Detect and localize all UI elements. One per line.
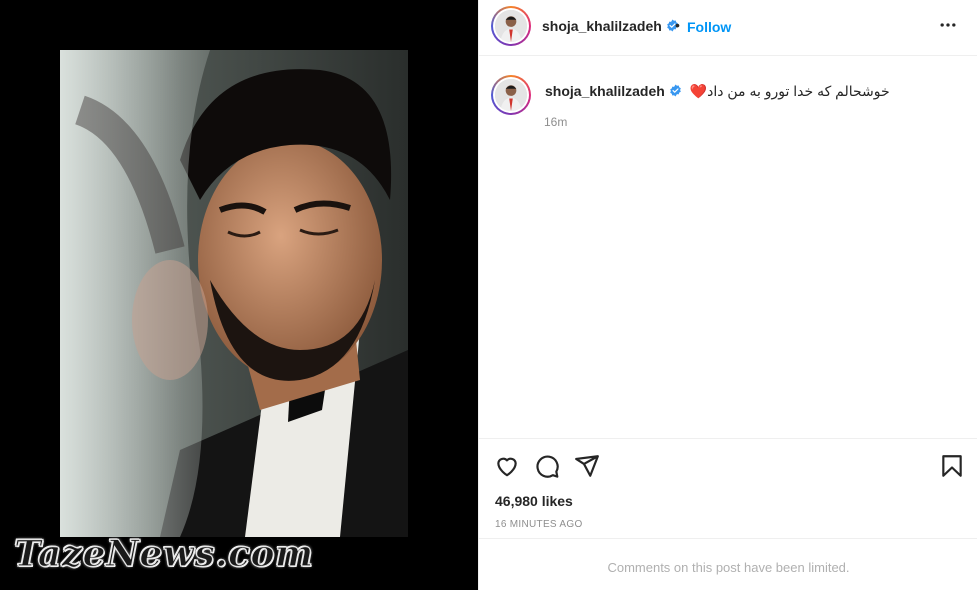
caption-author-avatar[interactable] [491, 75, 531, 115]
comment-bubble-icon[interactable] [534, 453, 560, 479]
caption-timestamp[interactable]: 16m [544, 115, 567, 129]
wedding-photo-illustration [60, 50, 408, 537]
author-username[interactable]: shoja_khalilzadeh [542, 18, 679, 34]
caption-username[interactable]: shoja_khalilzadeh [545, 83, 682, 99]
avatar-icon [495, 79, 527, 111]
caption-text: shoja_khalilzadeh خوشحالم که خدا تورو به… [545, 83, 890, 100]
posted-timestamp: 16 MINUTES AGO [495, 519, 583, 530]
heart-icon[interactable] [494, 453, 520, 479]
red-heart-icon: ❤️ [689, 83, 708, 99]
action-bar [479, 438, 977, 488]
more-options-icon[interactable] [938, 15, 958, 35]
caption-message: خوشحالم که خدا تورو به من داد [707, 83, 890, 99]
post-details-panel: shoja_khalilzadeh • Follow shoja_khalilz… [478, 0, 977, 590]
caption-body: خوشحالم که خدا تورو به من داد❤️ [690, 83, 890, 99]
verified-badge-icon [670, 84, 681, 97]
likes-count[interactable]: 46,980 likes [495, 493, 573, 509]
author-avatar[interactable] [491, 6, 531, 46]
post-photo[interactable] [60, 50, 408, 537]
post-header: shoja_khalilzadeh • Follow [479, 0, 977, 56]
bookmark-icon[interactable] [939, 453, 965, 479]
separator-dot: • [675, 17, 680, 33]
paper-plane-icon[interactable] [574, 453, 600, 479]
comments-notice-text: Comments on this post have been limited. [607, 560, 850, 575]
follow-button[interactable]: Follow [687, 19, 731, 35]
comments-limited-notice: Comments on this post have been limited. [479, 538, 977, 590]
post-media-pane: TazeNews.com [0, 0, 478, 590]
avatar-icon [495, 10, 527, 42]
watermark-text: TazeNews.com [13, 532, 314, 575]
